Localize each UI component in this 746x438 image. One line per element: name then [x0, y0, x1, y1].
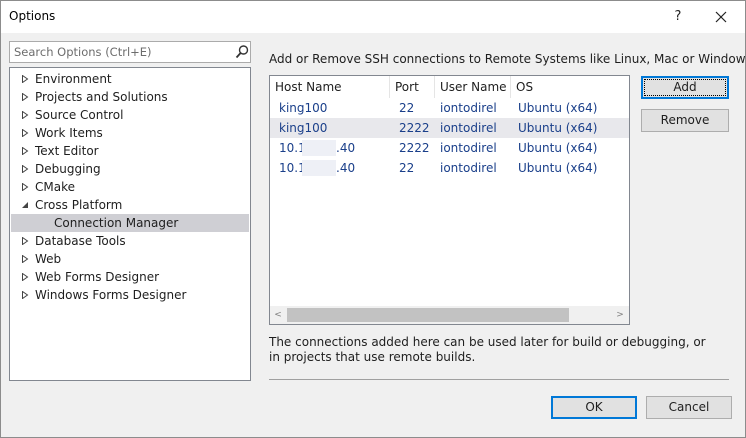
cell-os: Ubuntu (x64)	[518, 101, 598, 115]
title-bar: Options ?	[1, 1, 745, 33]
help-icon: ?	[674, 9, 682, 24]
cell-host: king100	[279, 121, 328, 135]
search-box	[9, 41, 251, 63]
tree-item-label: Cross Platform	[35, 198, 123, 212]
tree-item-label: Web	[35, 252, 62, 266]
cell-host: king100	[279, 101, 328, 115]
tree-item[interactable]: Source Control	[11, 106, 249, 124]
collapsed-arrow-icon[interactable]	[21, 111, 29, 119]
tree-item[interactable]: Cross Platform	[11, 196, 249, 214]
tree-item[interactable]: Work Items	[11, 124, 249, 142]
options-dialog: Options ? Environment Projects and Soluti…	[0, 0, 746, 438]
redacted-area	[302, 160, 336, 176]
collapsed-arrow-icon[interactable]	[21, 165, 29, 173]
cell-user: iontodirel	[440, 161, 497, 175]
cancel-button[interactable]: Cancel	[646, 396, 732, 419]
add-button[interactable]: Add	[641, 76, 729, 99]
connections-table: Host Name Port User Name OS king100 22 ion…	[269, 75, 630, 325]
table-row[interactable]: king100 22 iontodirel Ubuntu (x64)	[270, 98, 629, 118]
tree-item-label: Debugging	[35, 162, 101, 176]
collapsed-arrow-icon[interactable]	[21, 75, 29, 83]
cell-os: Ubuntu (x64)	[518, 141, 598, 155]
cell-port: 2222	[399, 141, 430, 155]
column-os[interactable]: OS	[511, 76, 629, 98]
table-row[interactable]: 10.1 2222 iontodirel Ubuntu (x64) .40	[270, 138, 629, 158]
tree-item-label: CMake	[35, 180, 75, 194]
connections-heading: Add or Remove SSH connections to Remote …	[269, 52, 746, 66]
remove-button[interactable]: Remove	[641, 109, 729, 132]
redacted-area	[302, 140, 336, 156]
tree-item[interactable]: Web Forms Designer	[11, 268, 249, 286]
collapsed-arrow-icon[interactable]	[21, 147, 29, 155]
collapsed-arrow-icon[interactable]	[21, 291, 29, 299]
cell-port: 22	[399, 161, 415, 175]
cell-os: Ubuntu (x64)	[518, 121, 598, 135]
tree-item[interactable]: Projects and Solutions	[11, 88, 249, 106]
search-input[interactable]	[10, 42, 226, 62]
search-icon[interactable]	[234, 44, 250, 60]
connections-note: The connections added here can be used l…	[269, 335, 706, 364]
collapsed-arrow-icon[interactable]	[21, 273, 29, 281]
tree-item[interactable]: Debugging	[11, 160, 249, 178]
tree-item-label: Database Tools	[35, 234, 126, 248]
cell-host-suffix: .40	[336, 141, 356, 155]
tree-item[interactable]: Web	[11, 250, 249, 268]
tree-item[interactable]: CMake	[11, 178, 249, 196]
expanded-arrow-icon[interactable]	[21, 201, 29, 209]
tree-item[interactable]: Text Editor	[11, 142, 249, 160]
column-host-name[interactable]: Host Name	[270, 76, 390, 98]
collapsed-arrow-icon[interactable]	[21, 93, 29, 101]
table-row[interactable]: king100 2222 iontodirel Ubuntu (x64)	[270, 118, 629, 138]
cell-user: iontodirel	[440, 121, 497, 135]
tree-item[interactable]: Connection Manager	[11, 214, 249, 232]
cell-port: 22	[399, 101, 415, 115]
tree-item[interactable]: Environment	[11, 70, 249, 88]
close-icon	[715, 11, 727, 23]
cell-user: iontodirel	[440, 141, 497, 155]
tree-item[interactable]: Database Tools	[11, 232, 249, 250]
help-button[interactable]: ?	[663, 5, 693, 29]
tree-item-label: Environment	[35, 72, 112, 86]
collapsed-arrow-icon[interactable]	[21, 237, 29, 245]
collapsed-arrow-icon[interactable]	[21, 255, 29, 263]
tree-item-label: Work Items	[35, 126, 103, 140]
cell-host-suffix: .40	[336, 161, 356, 175]
horizontal-scrollbar[interactable]: < >	[270, 306, 629, 324]
separator	[269, 379, 729, 380]
scroll-left-icon[interactable]: <	[272, 309, 284, 321]
cell-port: 2222	[399, 121, 430, 135]
table-header: Host Name Port User Name OS	[270, 76, 629, 98]
tree-item[interactable]: Windows Forms Designer	[11, 286, 249, 304]
tree-item-label: Web Forms Designer	[35, 270, 160, 284]
options-tree: Environment Projects and Solutions Source …	[9, 67, 251, 381]
tree-item-label: Windows Forms Designer	[35, 288, 187, 302]
collapsed-arrow-icon[interactable]	[21, 129, 29, 137]
column-port[interactable]: Port	[390, 76, 435, 98]
tree-item-label: Connection Manager	[54, 216, 179, 230]
tree-item-label: Projects and Solutions	[35, 90, 168, 104]
table-row[interactable]: 10.1 22 iontodirel Ubuntu (x64) .40	[270, 158, 629, 178]
close-button[interactable]	[705, 5, 737, 29]
cell-user: iontodirel	[440, 101, 497, 115]
window-title: Options	[9, 9, 56, 23]
tree-item-label: Text Editor	[35, 144, 99, 158]
cell-os: Ubuntu (x64)	[518, 161, 598, 175]
tree-item-label: Source Control	[35, 108, 124, 122]
scrollbar-thumb[interactable]	[287, 308, 569, 322]
ok-button[interactable]: OK	[551, 396, 637, 419]
scroll-right-icon[interactable]: >	[614, 309, 626, 321]
collapsed-arrow-icon[interactable]	[21, 183, 29, 191]
column-user-name[interactable]: User Name	[435, 76, 511, 98]
